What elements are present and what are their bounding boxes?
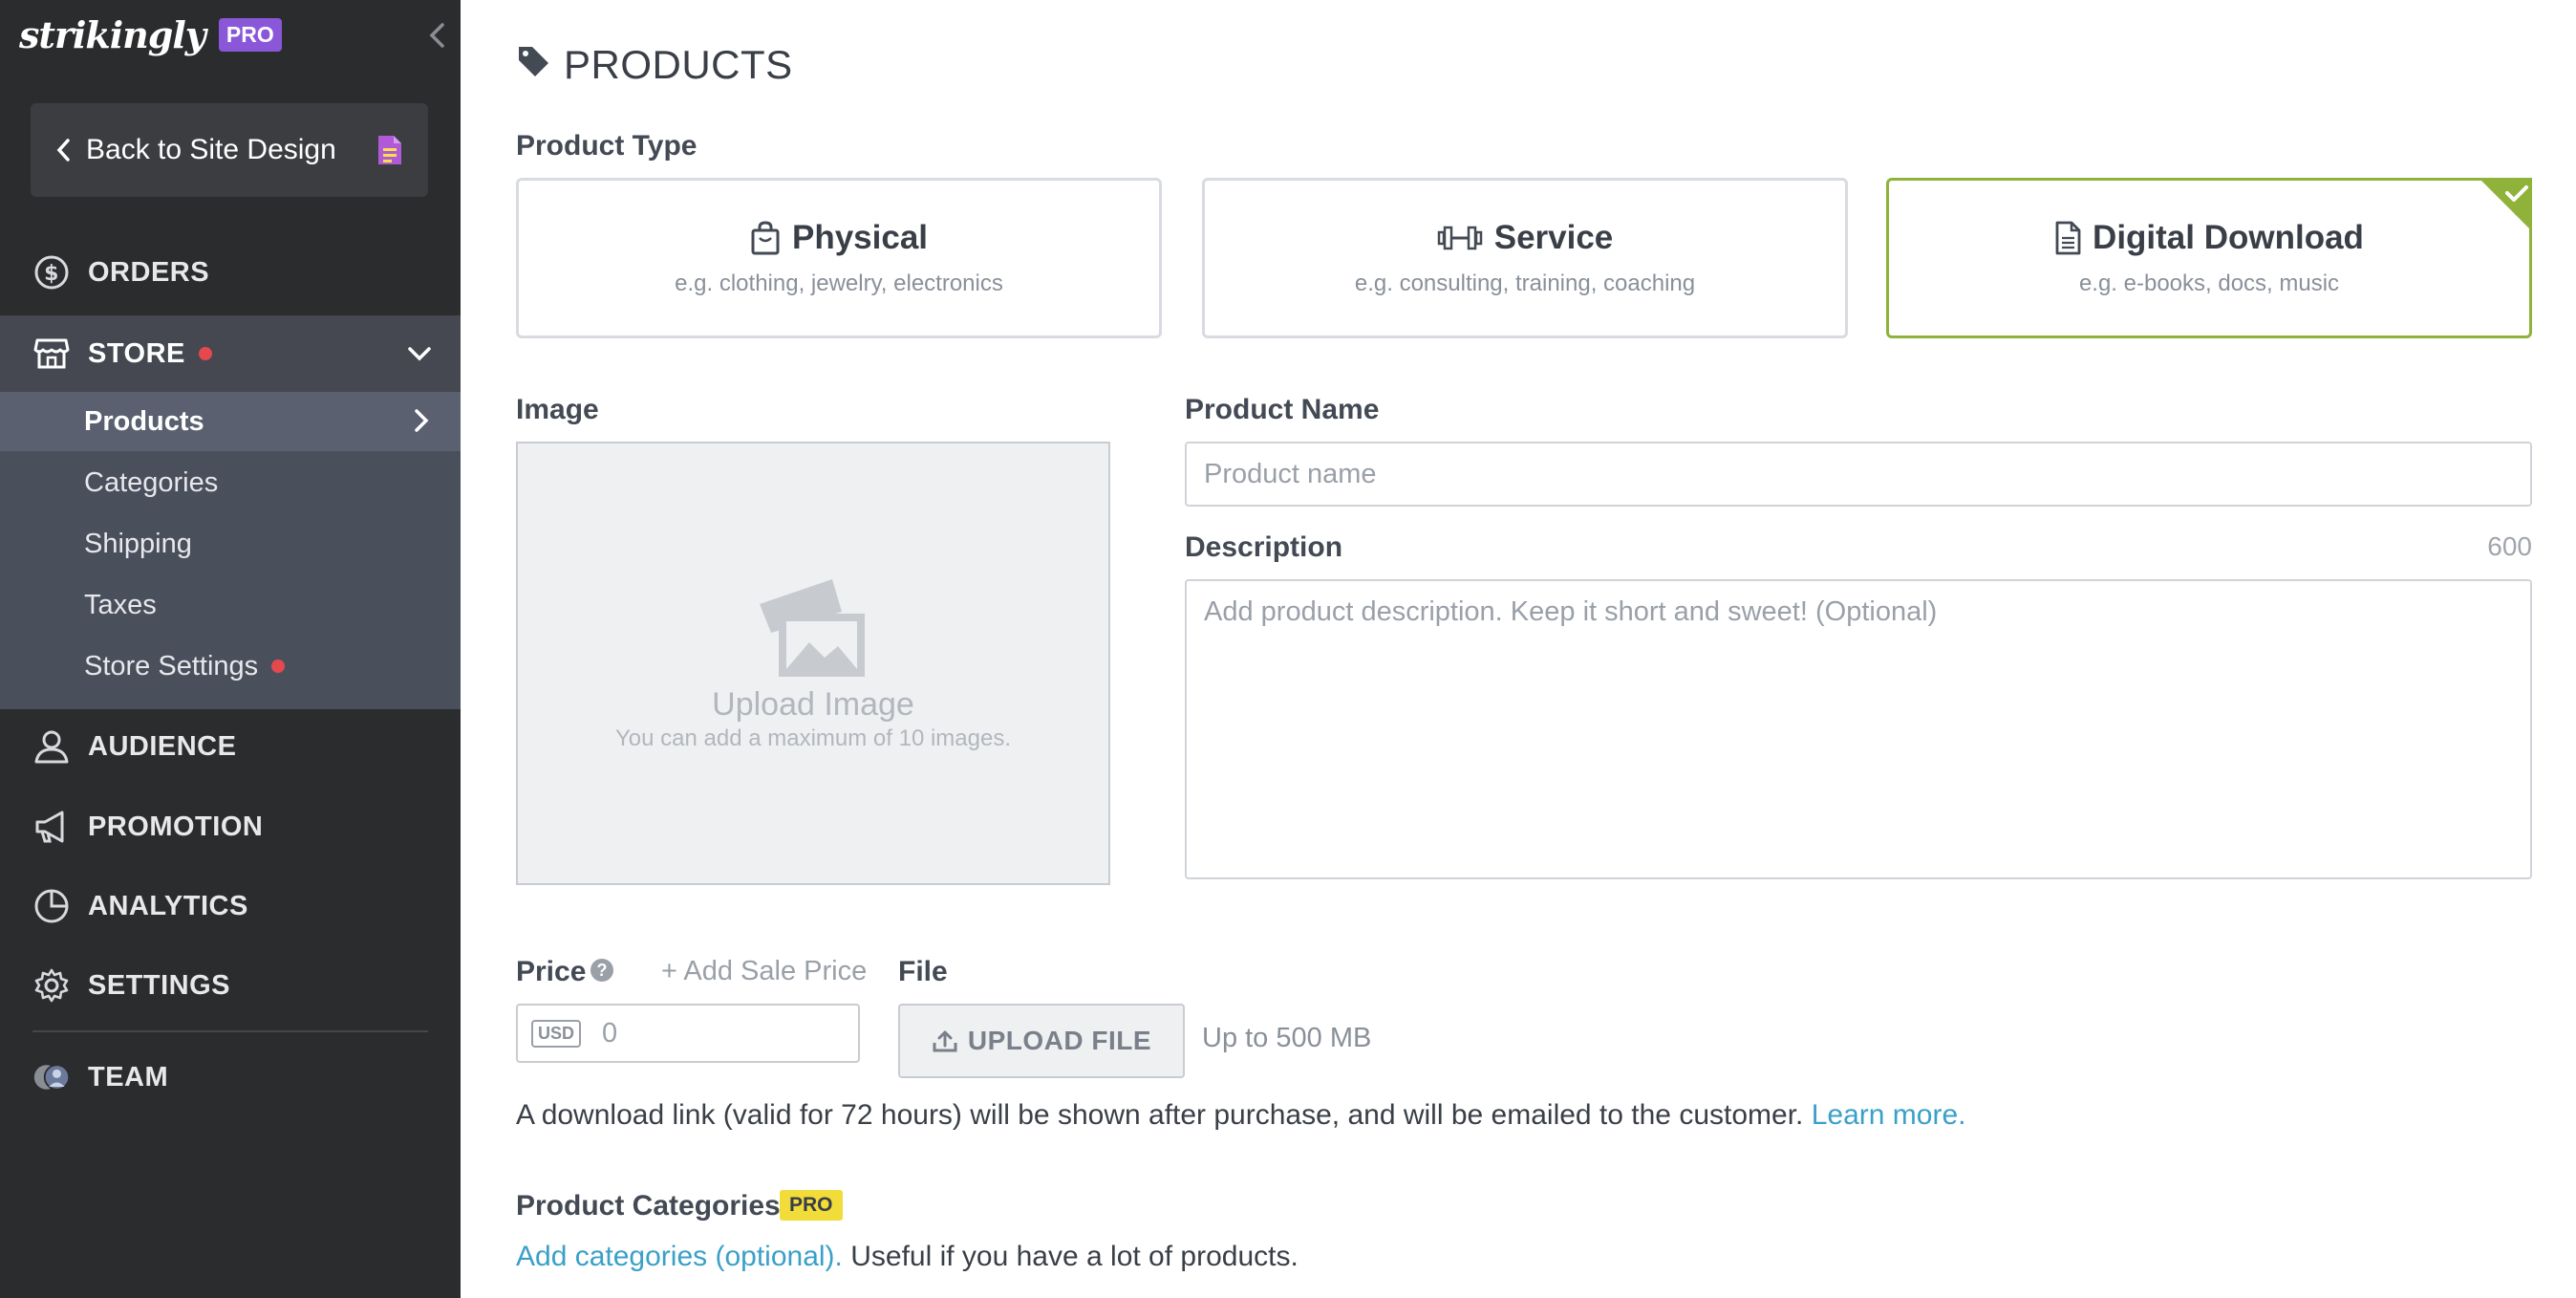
chevron-right-icon — [413, 407, 430, 442]
chevron-left-icon — [56, 139, 70, 162]
subnav-store-settings[interactable]: Store Settings — [0, 637, 461, 696]
subnav-taxes-label: Taxes — [84, 589, 157, 620]
physical-title-text: Physical — [791, 219, 929, 256]
download-note-text: A download link (valid for 72 hours) wil… — [516, 1099, 1804, 1131]
nav-analytics[interactable]: ANALYTICS — [0, 873, 461, 940]
sidebar: strikingly PRO Back to Site Design $ ORD… — [0, 0, 461, 1298]
back-button-label: Back to Site Design — [86, 134, 336, 165]
product-type-digital-download[interactable]: Digital Download e.g. e-books, docs, mus… — [1886, 178, 2532, 338]
dumbbell-icon — [1437, 226, 1482, 250]
nav-audience-label: AUDIENCE — [88, 730, 237, 762]
upload-image-subtitle: You can add a maximum of 10 images. — [614, 725, 1011, 751]
product-name-label: Product Name — [1185, 394, 1380, 425]
store-settings-notification-dot — [271, 660, 286, 673]
currency-badge: USD — [531, 1019, 582, 1048]
main-content: PRODUCTS Product Type Physical e.g. clot… — [461, 0, 2576, 1298]
upload-image-dropzone[interactable]: Upload Image You can add a maximum of 10… — [516, 442, 1110, 885]
nav-promotion[interactable]: PROMOTION — [0, 793, 461, 860]
user-icon — [32, 727, 71, 766]
nav-analytics-label: ANALYTICS — [88, 890, 248, 921]
brand-logo: strikingly — [19, 13, 206, 56]
sidebar-divider — [32, 1030, 428, 1032]
description-textarea[interactable] — [1185, 579, 2532, 879]
product-type-label: Product Type — [516, 130, 698, 162]
physical-subtitle: e.g. clothing, jewelry, electronics — [675, 270, 1003, 296]
document-icon — [378, 136, 401, 164]
file-label: File — [898, 956, 948, 987]
upload-image-title: Upload Image — [712, 685, 914, 723]
back-to-site-design-button[interactable]: Back to Site Design — [31, 103, 428, 197]
price-input[interactable]: USD 0 — [516, 1004, 860, 1063]
service-title-text: Service — [1493, 219, 1614, 256]
nav-settings[interactable]: SETTINGS — [0, 952, 461, 1019]
nav-promotion-label: PROMOTION — [88, 811, 264, 842]
digital-download-title: Digital Download — [2054, 219, 2364, 257]
nav-settings-label: SETTINGS — [88, 969, 231, 1001]
gear-icon — [32, 966, 71, 1005]
subnav-shipping[interactable]: Shipping — [0, 514, 461, 573]
megaphone-icon — [32, 808, 71, 846]
upload-file-button[interactable]: UPLOAD FILE — [898, 1004, 1185, 1078]
checkmark-icon — [2479, 178, 2532, 231]
product-categories-label: Product Categories — [516, 1190, 781, 1222]
price-label: Price — [516, 956, 587, 987]
nav-orders-label: ORDERS — [88, 256, 210, 288]
subnav-shipping-label: Shipping — [84, 528, 192, 559]
categories-hint-text: Useful if you have a lot of products. — [850, 1241, 1299, 1272]
description-char-count: 600 — [2487, 531, 2532, 561]
pro-badge: PRO — [218, 18, 282, 52]
collapse-sidebar-button[interactable] — [422, 19, 451, 52]
upload-file-label: UPLOAD FILE — [967, 1026, 1152, 1055]
subnav-categories[interactable]: Categories — [0, 453, 461, 512]
page-title: PRODUCTS — [516, 42, 793, 88]
selected-check-badge — [2479, 178, 2532, 231]
store-subnav: Products Categories Shipping Taxes Store… — [0, 392, 461, 709]
digital-download-subtitle: e.g. e-books, docs, music — [2078, 270, 2340, 296]
digital-download-title-text: Digital Download — [2093, 219, 2364, 256]
pie-chart-icon — [32, 887, 71, 925]
dollar-circle-icon: $ — [32, 253, 71, 292]
categories-hint: Add categories (optional). Useful if you… — [516, 1241, 1299, 1273]
store-icon — [32, 335, 71, 373]
download-note: A download link (valid for 72 hours) wil… — [516, 1099, 1965, 1132]
subnav-products[interactable]: Products — [0, 392, 461, 451]
learn-more-link[interactable]: Learn more. — [1812, 1099, 1966, 1131]
subnav-store-settings-label: Store Settings — [84, 650, 259, 681]
nav-team-label: TEAM — [88, 1061, 169, 1092]
add-sale-price-link[interactable]: + Add Sale Price — [661, 956, 867, 987]
service-title: Service — [1437, 219, 1614, 257]
shopping-bag-icon — [751, 221, 780, 255]
file-size-limit: Up to 500 MB — [1202, 1023, 1372, 1053]
file-icon — [2055, 221, 2081, 255]
subnav-categories-label: Categories — [84, 466, 219, 498]
brand[interactable]: strikingly PRO — [19, 13, 282, 56]
help-icon[interactable]: ? — [590, 959, 613, 982]
nav-team[interactable]: TEAM — [0, 1044, 461, 1111]
nav-orders[interactable]: $ ORDERS — [0, 239, 461, 306]
subnav-products-label: Products — [84, 405, 204, 437]
description-label: Description — [1185, 531, 1343, 563]
price-value: 0 — [602, 1017, 618, 1049]
nav-audience[interactable]: AUDIENCE — [0, 713, 461, 780]
svg-text:$: $ — [44, 262, 59, 286]
chevron-down-icon — [407, 338, 432, 370]
nav-store[interactable]: STORE — [0, 315, 461, 392]
chevron-left-icon — [429, 23, 444, 48]
subnav-taxes[interactable]: Taxes — [0, 575, 461, 635]
image-label: Image — [516, 394, 599, 425]
service-subtitle: e.g. consulting, training, coaching — [1354, 270, 1696, 296]
pro-badge-categories: PRO — [780, 1190, 843, 1221]
product-type-physical[interactable]: Physical e.g. clothing, jewelry, electro… — [516, 178, 1162, 338]
team-avatar-icon — [32, 1058, 71, 1096]
nav-store-label: STORE — [88, 337, 185, 369]
product-name-input[interactable] — [1185, 442, 2532, 507]
physical-title: Physical — [750, 219, 928, 257]
image-placeholder-icon — [760, 578, 865, 677]
page-title-text: PRODUCTS — [564, 42, 793, 87]
product-type-service[interactable]: Service e.g. consulting, training, coach… — [1202, 178, 1848, 338]
upload-icon — [933, 1030, 957, 1052]
tag-icon — [516, 42, 550, 88]
add-categories-link[interactable]: Add categories (optional). — [516, 1241, 843, 1272]
store-notification-dot — [198, 347, 212, 360]
